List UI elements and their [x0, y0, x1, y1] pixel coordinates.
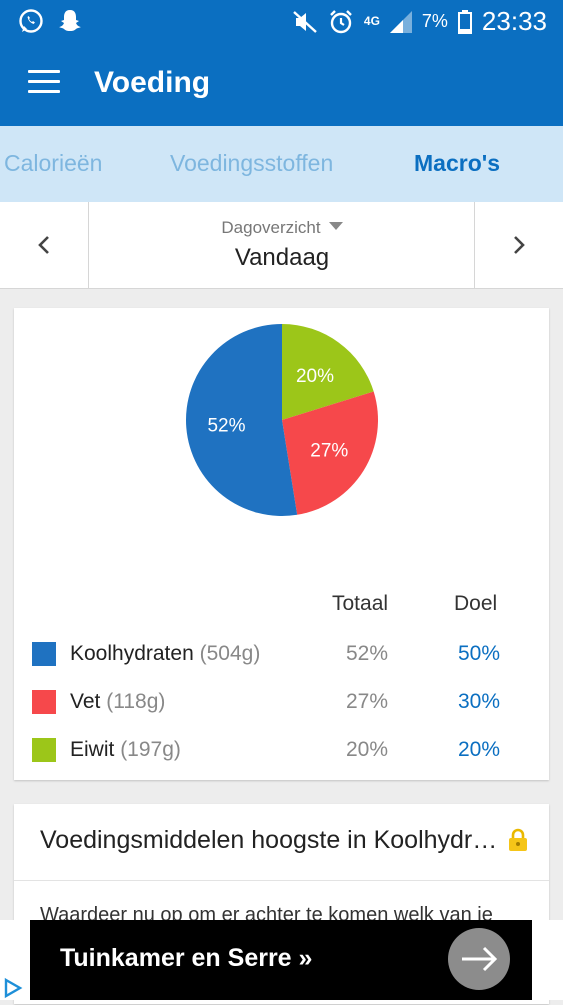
macro-row-carbs: Koolhydraten (504g) 52% 50% [32, 640, 532, 670]
previous-day-button[interactable] [0, 202, 89, 288]
macro-pie-chart: 20% 27% 52% [185, 324, 378, 516]
page-title: Voeding [94, 66, 211, 99]
macro-goal: 50% [458, 642, 501, 665]
top-foods-title: Voedingsmiddelen hoogste in Koolhydraten [40, 826, 510, 854]
whatsapp-icon [19, 9, 43, 33]
macro-grams: (118g) [106, 690, 166, 713]
alarm-icon [330, 9, 352, 33]
legend-swatch-fat [32, 690, 56, 714]
macro-total: 27% [346, 690, 389, 713]
macro-name: Vet [70, 690, 101, 713]
clock: 23:33 [481, 6, 547, 36]
legend-swatch-protein [32, 738, 56, 762]
tab-macros[interactable]: Macro's [414, 150, 500, 177]
macro-grams: (197g) [120, 738, 181, 761]
day-selector: Dagoverzicht Vandaag [0, 202, 563, 289]
macro-name: Koolhydraten [70, 642, 194, 665]
next-day-button[interactable] [474, 202, 563, 288]
network-type: 4G [363, 14, 380, 28]
day-dropdown-value: Vandaag [234, 244, 330, 271]
macro-total: 52% [346, 642, 389, 665]
app-bar: Voeding [0, 42, 563, 126]
slice-label-fat: 27% [310, 440, 348, 461]
day-dropdown[interactable]: Dagoverzicht Vandaag [89, 202, 475, 288]
slice-label-protein: 20% [296, 366, 334, 387]
legend-swatch-carbs [32, 642, 56, 666]
arrow-right-icon [462, 946, 498, 972]
ad-banner[interactable]: Tuinkamer en Serre » [30, 920, 532, 1000]
tab-bar: Calorieën Voedingsstoffen Macro's [0, 126, 563, 202]
chevron-left-icon [38, 236, 49, 254]
macro-goal: 30% [458, 690, 501, 713]
slice-label-carbs: 52% [207, 415, 245, 436]
macro-row-fat: Vet (118g) 27% 30% [32, 688, 532, 718]
menu-icon[interactable] [28, 70, 60, 96]
ad-arrow-button[interactable] [448, 928, 510, 990]
macros-card: 20% 27% 52% Totaal Doel Koolhydraten (504g… [14, 308, 549, 780]
adchoices-icon[interactable] [0, 976, 24, 1000]
day-dropdown-label: Dagoverzicht [221, 218, 321, 237]
macro-name: Eiwit [70, 738, 115, 761]
macro-grams: (504g) [199, 642, 261, 665]
caret-down-icon [328, 222, 343, 230]
macro-row-protein: Eiwit (197g) 20% 20% [32, 736, 532, 766]
divider [14, 880, 549, 881]
snapchat-icon [59, 10, 81, 31]
column-header-total: Totaal [332, 592, 389, 615]
tab-voedingsstoffen[interactable]: Voedingsstoffen [170, 150, 333, 177]
macro-total: 20% [346, 738, 389, 761]
status-bar: 4G 7% 23:33 [0, 0, 563, 42]
mute-icon [293, 10, 317, 33]
column-header-goal: Doel [454, 592, 498, 615]
battery-icon [457, 9, 472, 34]
tab-calorieen[interactable]: Calorieën [4, 150, 102, 177]
macro-goal: 20% [458, 738, 501, 761]
battery-percent: 7% [421, 11, 448, 31]
signal-icon [389, 10, 412, 33]
chevron-right-icon [514, 236, 525, 254]
lock-icon [509, 828, 527, 851]
ad-text: Tuinkamer en Serre » [60, 944, 313, 972]
